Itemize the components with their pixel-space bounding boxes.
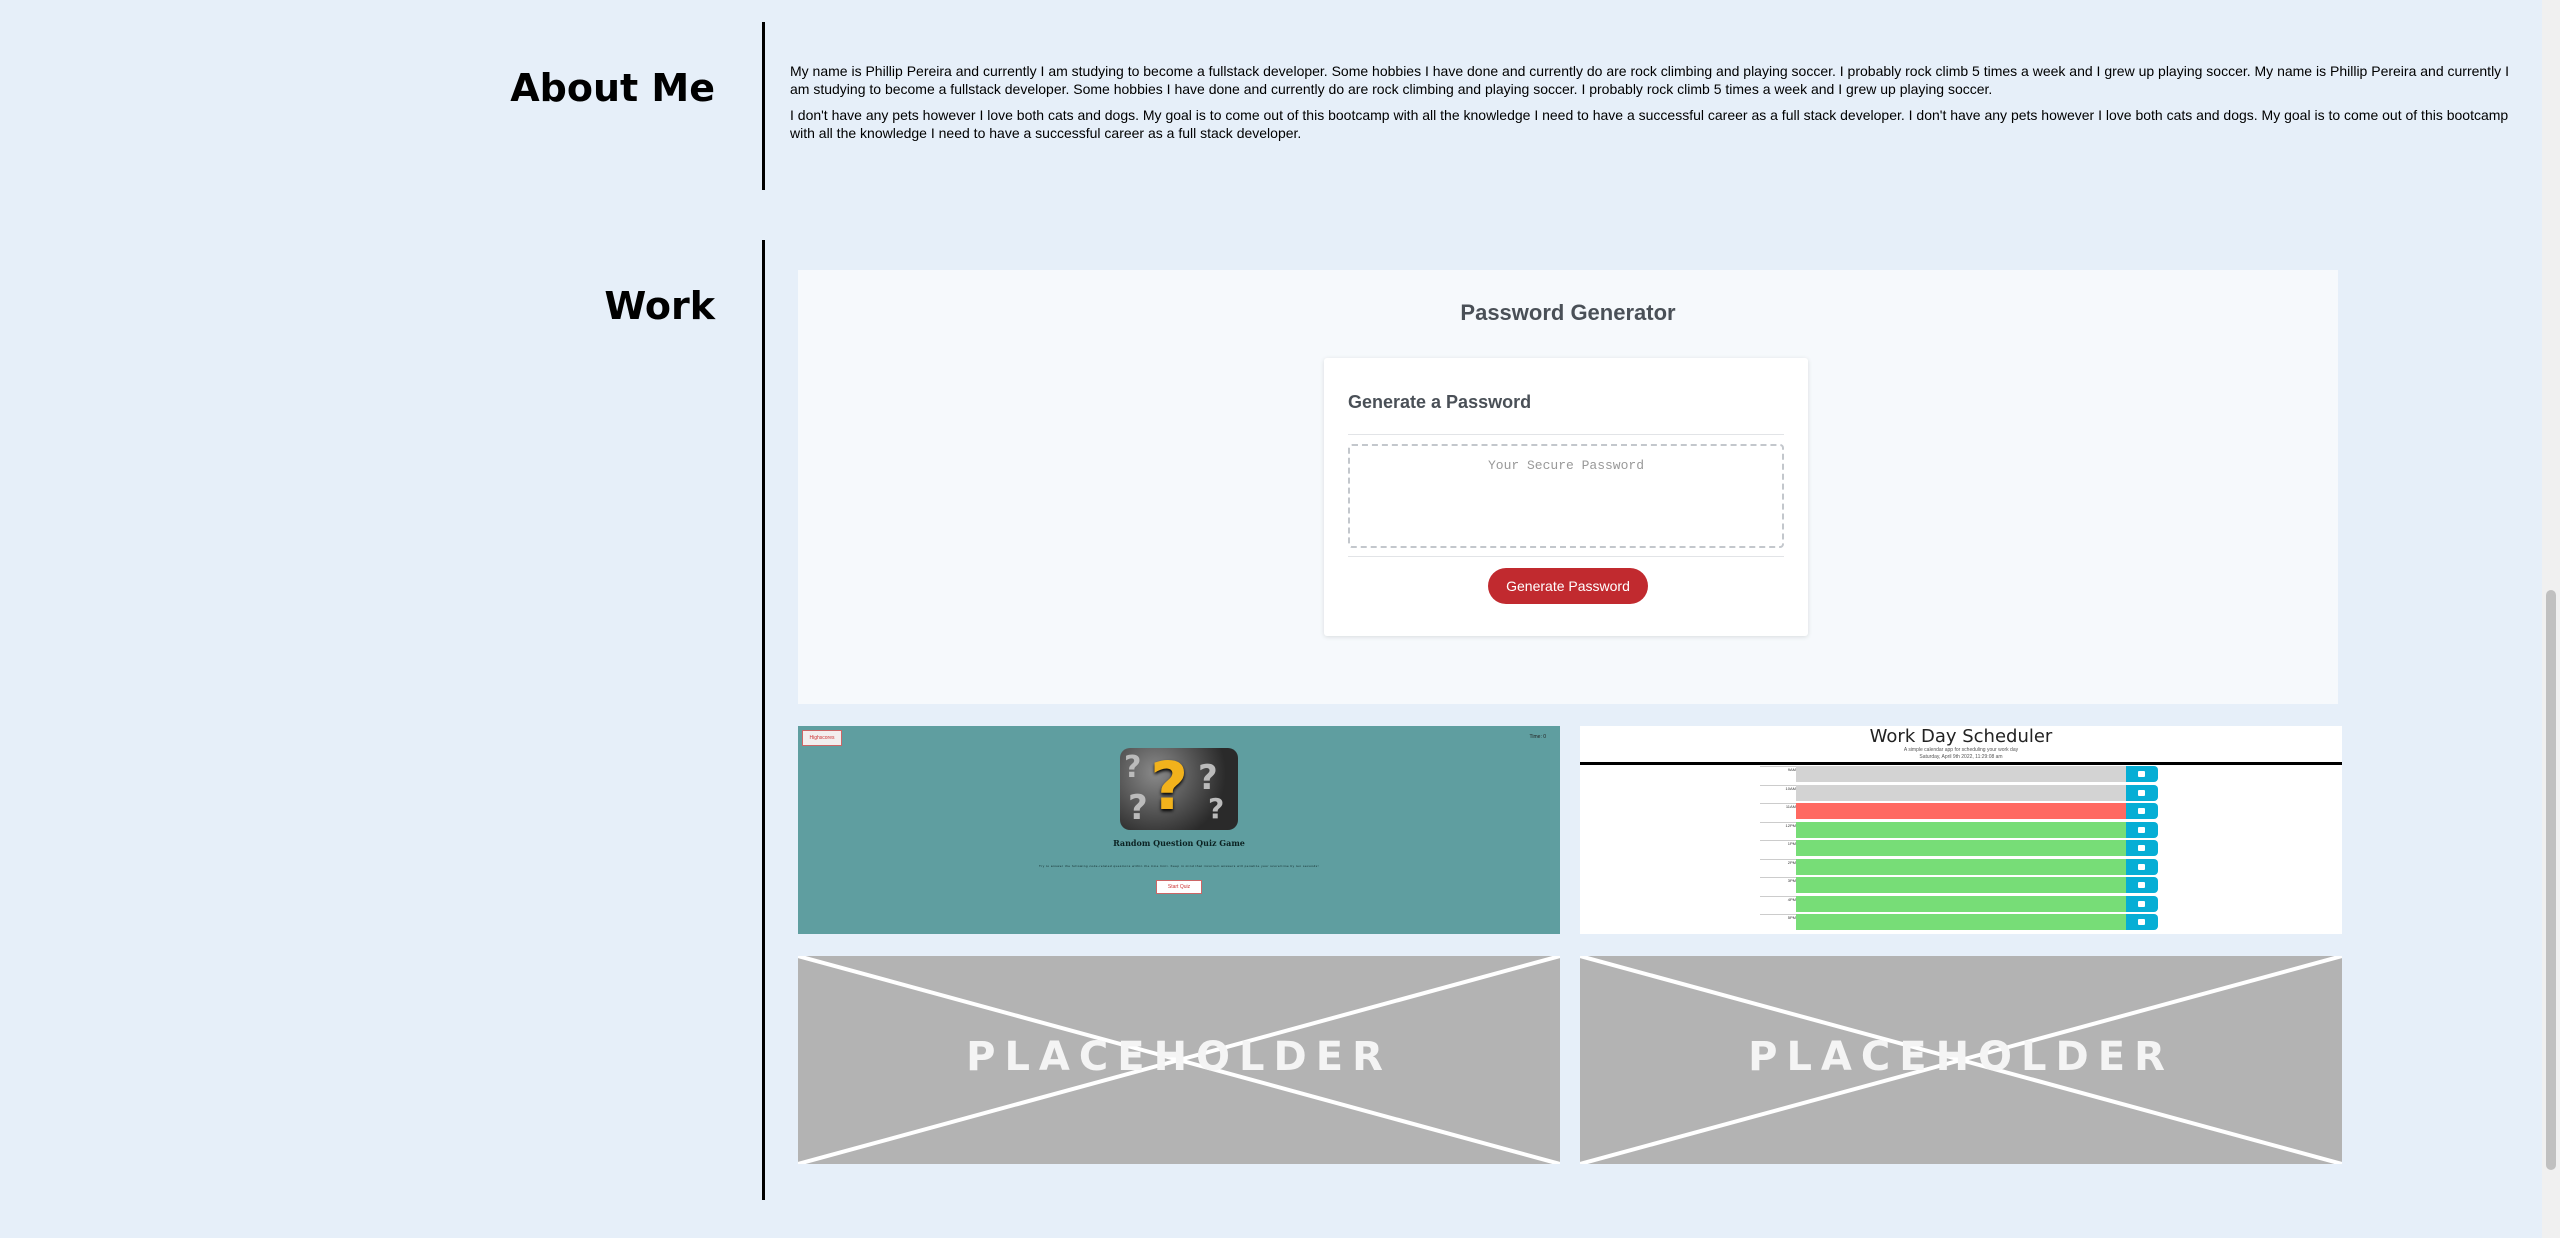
scheduler-hour: 2PM	[1760, 858, 1796, 877]
about-divider	[762, 22, 765, 190]
project-scheduler-thumbnail[interactable]: Work Day Scheduler A simple calendar app…	[1580, 726, 2342, 934]
save-icon	[2126, 840, 2158, 856]
scheduler-hour: 9AM	[1760, 766, 1796, 784]
password-textarea[interactable]	[1348, 444, 1784, 548]
save-icon	[2126, 821, 2158, 838]
scheduler-hour: 3PM	[1760, 877, 1796, 895]
scheduler-row: 3PM	[1760, 877, 2340, 894]
pw-card-title: Generate a Password	[1348, 392, 1532, 412]
about-paragraph-1: My name is Phillip Pereira and currently…	[790, 63, 2509, 97]
scheduler-hour: 12PM	[1760, 821, 1796, 840]
project-quiz-thumbnail[interactable]: Highscores Time: 0 ? ? ? ? ? Random Ques…	[798, 726, 1560, 934]
scheduler-slot	[1796, 766, 2126, 783]
placeholder-label: PLACEHOLDER	[1748, 1034, 2174, 1080]
save-icon	[2126, 895, 2158, 912]
scheduler-hour: 10AM	[1760, 784, 1796, 803]
scheduler-header-bar	[1580, 762, 2342, 765]
about-text: My name is Phillip Pereira and currently…	[790, 62, 2512, 150]
save-icon	[2126, 766, 2158, 782]
about-paragraph-2: I don't have any pets however I love bot…	[790, 107, 2509, 141]
about-title: About Me	[510, 66, 715, 110]
scheduler-slot	[1796, 784, 2126, 802]
scheduler-row: 2PM	[1760, 858, 2340, 877]
scheduler-slot	[1796, 821, 2126, 839]
pw-rule-top	[1348, 434, 1784, 435]
scheduler-row: 12PM	[1760, 821, 2340, 840]
question-mark-image: ? ? ? ? ?	[1120, 748, 1238, 830]
project-password-generator[interactable]: Password Generator Generate a Password G…	[798, 270, 2338, 704]
scheduler-row: 5PM	[1760, 914, 2340, 931]
quiz-highscores-button: Highscores	[802, 730, 842, 746]
scheduler-hour: 5PM	[1760, 914, 1796, 932]
scheduler-slot	[1796, 840, 2126, 857]
scheduler-row: 9AM	[1760, 766, 2340, 783]
scheduler-slot	[1796, 858, 2126, 876]
quiz-start-button: Start Quiz	[1156, 880, 1202, 894]
save-icon	[2126, 877, 2158, 893]
save-icon	[2126, 784, 2158, 801]
pw-rule-bottom	[1348, 556, 1784, 557]
save-icon	[2126, 858, 2158, 875]
scheduler-row: 4PM	[1760, 895, 2340, 914]
work-title: Work	[604, 284, 715, 328]
scheduler-hour: 1PM	[1760, 840, 1796, 858]
scheduler-date: Saturday, April 9th 2022, 11:29:08 am	[1919, 754, 2003, 760]
scheduler-hour: 11AM	[1760, 803, 1796, 821]
pw-card: Generate a Password Generate Password	[1324, 358, 1808, 636]
quiz-timer: Time: 0	[1529, 734, 1546, 740]
scheduler-hour: 4PM	[1760, 895, 1796, 914]
quiz-title: Random Question Quiz Game	[1113, 838, 1245, 848]
scheduler-slot	[1796, 914, 2126, 931]
scheduler-row: 10AM	[1760, 784, 2340, 803]
scheduler-slot	[1796, 803, 2126, 820]
scrollbar-thumb[interactable]	[2546, 590, 2556, 1170]
scheduler-slot	[1796, 895, 2126, 913]
pw-header: Password Generator	[1460, 300, 1676, 325]
scheduler-subtitle: A simple calendar app for scheduling you…	[1903, 747, 2019, 753]
scheduler-title: Work Day Scheduler	[1869, 726, 2053, 747]
save-icon	[2126, 803, 2158, 819]
generate-password-button[interactable]: Generate Password	[1488, 568, 1648, 604]
work-divider	[762, 240, 765, 1200]
page-scrollbar[interactable]	[2542, 0, 2560, 1238]
placeholder-label: PLACEHOLDER	[966, 1034, 1392, 1080]
save-icon	[2126, 914, 2158, 930]
placeholder-thumbnail-1[interactable]: PLACEHOLDER	[798, 956, 1560, 1164]
scheduler-row: 1PM	[1760, 840, 2340, 857]
placeholder-thumbnail-2[interactable]: PLACEHOLDER	[1580, 956, 2342, 1164]
scheduler-slot	[1796, 877, 2126, 894]
quiz-description: Try to answer the following code-related…	[1039, 864, 1319, 868]
scheduler-row: 11AM	[1760, 803, 2340, 820]
